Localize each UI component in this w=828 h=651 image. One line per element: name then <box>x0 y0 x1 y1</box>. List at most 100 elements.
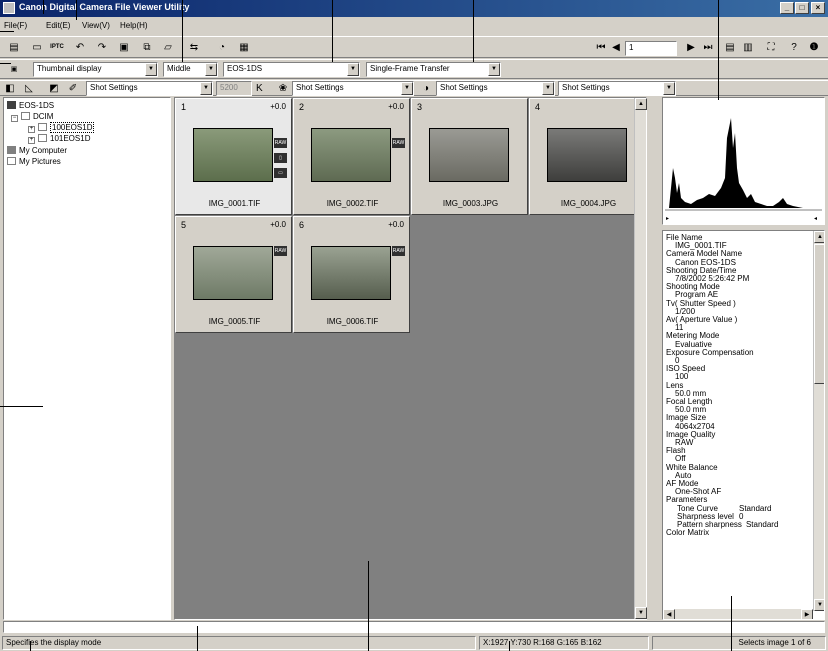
thumbnail-1[interactable]: 1 +0.0 RAW ▯ ▭ IMG_0001.TIF <box>175 98 292 215</box>
camera-model-select[interactable]: EOS-1DS ▼ <box>223 62 360 77</box>
minimize-button[interactable]: _ <box>780 2 794 14</box>
chevron-down-icon[interactable]: ▼ <box>145 63 157 76</box>
menu-view[interactable]: View(V) <box>82 21 110 30</box>
photo-thumbnail <box>311 246 391 300</box>
timer-icon[interactable]: ◔ <box>214 40 230 55</box>
chevron-down-icon[interactable]: ▼ <box>542 82 554 95</box>
tree-item-dcim[interactable]: − DCIM <box>11 111 53 122</box>
display-icon[interactable]: ▣ <box>116 40 132 55</box>
kelvin-input[interactable]: 5200 <box>216 81 252 96</box>
iptc-button[interactable]: IPTC <box>49 40 65 55</box>
rotate-right-icon[interactable]: ↷ <box>94 40 110 55</box>
menu-help[interactable]: Help(H) <box>120 21 148 30</box>
progress-bar <box>3 621 825 633</box>
display-mode-select[interactable]: Thumbnail display ▼ <box>33 62 158 77</box>
app-icon[interactable] <box>3 2 15 14</box>
thumbnail-6[interactable]: 6 +0.0 RAW IMG_0006.TIF <box>293 216 410 333</box>
histogram-panel: ▸ ◂ <box>662 97 825 225</box>
menu-edit[interactable]: Edit(E) <box>46 21 70 30</box>
open-folder-icon[interactable]: ▱ <box>160 40 176 55</box>
crop-icon[interactable]: ◺ <box>21 81 37 96</box>
callout-line <box>718 0 719 100</box>
menu-file[interactable]: File(F) <box>4 21 27 30</box>
last-image-icon[interactable]: ⏭ <box>700 40 716 55</box>
display-toolbar: ▣ Thumbnail display ▼ Middle ▼ EOS-1DS ▼ Si… <box>0 59 828 79</box>
tree-item-101eos1d[interactable]: +101EOS1D <box>28 133 90 144</box>
edit-badge-icon: ▯ <box>274 153 287 163</box>
shot-settings-select-1[interactable]: Shot Settings ▼ <box>86 81 213 96</box>
compare-icon[interactable]: ▤ <box>722 40 738 55</box>
save-icon[interactable]: ▭ <box>29 40 45 55</box>
copy-icon[interactable]: ⧉ <box>139 40 155 55</box>
thumbnail-grid[interactable]: 1 +0.0 RAW ▯ ▭ IMG_0001.TIF 2 +0.0 RAW I… <box>174 97 647 620</box>
chevron-down-icon[interactable]: ▼ <box>663 82 675 95</box>
info-scrollbar[interactable]: ▲ ▼ <box>813 231 824 611</box>
title-bar[interactable]: Canon Digital Camera File Viewer Utility… <box>0 0 828 17</box>
thumbnail-5[interactable]: 5 +0.0 RAW IMG_0005.TIF <box>175 216 292 333</box>
tree-item-camera[interactable]: EOS-1DS <box>7 100 54 111</box>
scroll-up-icon[interactable]: ▲ <box>635 98 647 110</box>
info-label: Color Matrix <box>666 528 710 538</box>
grid-scrollbar[interactable]: ▲ ▼ <box>634 98 647 619</box>
expand-icon[interactable]: + <box>28 126 35 133</box>
next-image-icon[interactable]: ▶ <box>683 40 699 55</box>
chevron-down-icon[interactable]: ▼ <box>401 82 413 95</box>
trim-icon[interactable]: ◩ <box>46 81 62 96</box>
first-image-icon[interactable]: ⏮ <box>593 40 609 55</box>
thumbnail-size-select[interactable]: Middle ▼ <box>163 62 218 77</box>
shot-settings-select-2[interactable]: Shot Settings ▼ <box>292 81 414 96</box>
maximize-button[interactable]: □ <box>795 2 809 14</box>
shot-settings-select-3[interactable]: Shot Settings ▼ <box>436 81 555 96</box>
scroll-left-icon[interactable]: ◀ <box>663 609 675 619</box>
computer-icon <box>7 146 16 154</box>
tree-item-100eos1d[interactable]: +100EOS1D <box>28 122 95 133</box>
callout-line <box>0 63 11 64</box>
callout-line <box>368 561 369 651</box>
page-number-input[interactable]: 1 <box>625 41 677 56</box>
info-icon[interactable]: ❶ <box>806 40 822 55</box>
collapse-icon[interactable]: − <box>11 115 18 122</box>
thumbnail-3[interactable]: 3 IMG_0003.JPG <box>411 98 528 215</box>
chevron-down-icon[interactable]: ▼ <box>488 63 500 76</box>
white-point-marker[interactable]: ◂ <box>814 216 817 222</box>
parameter-value: Standard <box>739 503 772 513</box>
scroll-up-icon[interactable]: ▲ <box>814 231 824 243</box>
scroll-down-icon[interactable]: ▼ <box>814 599 824 611</box>
black-point-marker[interactable]: ▸ <box>666 216 669 222</box>
rotate-left-icon[interactable]: ↶ <box>72 40 88 55</box>
paste-icon[interactable]: ▤ <box>6 40 22 55</box>
saturation-icon[interactable]: ◑ <box>418 81 434 96</box>
layout-icon[interactable]: ▥ <box>740 40 756 55</box>
adjust-toolbar: ◧ ◺ ◩ ✐ Shot Settings ▼ 5200 K ❀ Shot Set… <box>0 80 828 96</box>
transfer-mode-select[interactable]: Single-Frame Transfer ▼ <box>366 62 501 77</box>
shot-settings-select-4[interactable]: Shot Settings ▼ <box>558 81 676 96</box>
fullscreen-icon[interactable]: ⛶ <box>763 40 779 55</box>
chevron-down-icon[interactable]: ▼ <box>200 82 212 95</box>
info-hscrollbar[interactable]: ◀ ▶ <box>663 609 813 619</box>
thumbnail-4[interactable]: 4 IMG_0004.JPG <box>529 98 646 215</box>
tree-item-my-computer[interactable]: My Computer <box>7 145 67 156</box>
tree-item-my-pictures[interactable]: My Pictures <box>7 156 61 167</box>
scroll-right-icon[interactable]: ▶ <box>801 609 813 619</box>
callout-line <box>76 0 77 20</box>
close-button[interactable]: × <box>811 2 825 14</box>
thumbnail-2[interactable]: 2 +0.0 RAW IMG_0002.TIF <box>293 98 410 215</box>
window-title: Canon Digital Camera File Viewer Utility <box>19 2 190 12</box>
prev-image-icon[interactable]: ◀ <box>608 40 624 55</box>
callout-line <box>43 0 44 14</box>
color-icon[interactable]: ❀ <box>275 81 291 96</box>
expand-icon[interactable]: + <box>28 137 35 144</box>
settings-icon[interactable]: ▦ <box>236 40 252 55</box>
camera-settings-icon[interactable]: ▣ <box>6 62 22 77</box>
scroll-thumb[interactable] <box>814 244 824 384</box>
eyedropper-icon[interactable]: ✐ <box>65 81 81 96</box>
chevron-down-icon[interactable]: ▼ <box>347 63 359 76</box>
transfer-badge-icon: ▭ <box>274 168 287 178</box>
contrast-icon[interactable]: ◧ <box>2 81 18 96</box>
transfer-icon[interactable]: ⇆ <box>186 40 202 55</box>
scroll-down-icon[interactable]: ▼ <box>635 607 647 619</box>
help-icon[interactable]: ? <box>786 40 802 55</box>
pictures-folder-icon <box>7 157 16 165</box>
chevron-down-icon[interactable]: ▼ <box>205 63 217 76</box>
folder-tree[interactable]: EOS-1DS − DCIM +100EOS1D +101EOS1D My Com… <box>3 97 171 620</box>
